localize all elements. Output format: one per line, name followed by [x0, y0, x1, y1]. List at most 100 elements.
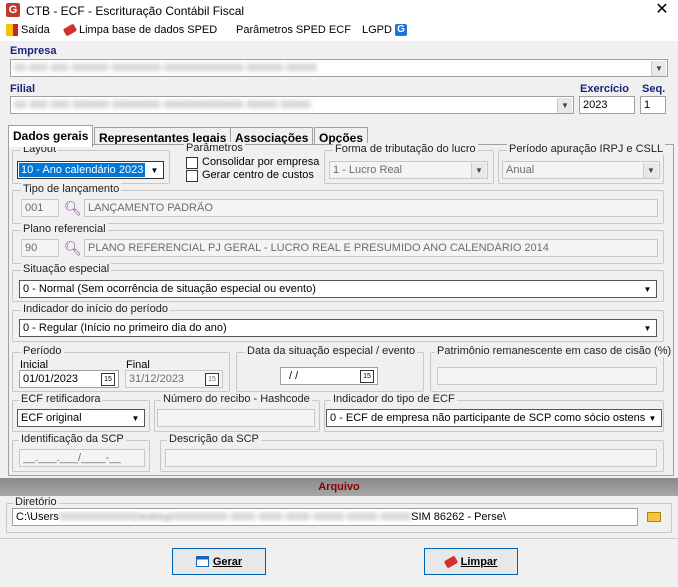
chevron-down-icon[interactable]: ▼: [128, 411, 143, 426]
chevron-down-icon[interactable]: ▼: [147, 163, 162, 178]
filial-value: 00 000 000 000000 00000000 0000000000000…: [14, 99, 311, 111]
descricao-scp-input[interactable]: [165, 449, 657, 467]
periodo-final-value: 31/12/2023: [129, 373, 185, 385]
situacao-especial-legend: Situação especial: [21, 263, 112, 275]
app-logo-icon: G: [6, 3, 20, 17]
folder-open-icon[interactable]: [647, 512, 661, 522]
empresa-label: Empresa: [10, 45, 57, 57]
data-situacao-legend: Data da situação especial / evento: [245, 345, 418, 357]
window-title: CTB - ECF - Escrituração Contábil Fiscal: [26, 4, 245, 18]
data-situacao-value: / /: [289, 370, 299, 382]
diretorio-legend: Diretório: [13, 496, 59, 508]
indicador-tipo-ecf-select[interactable]: 0 - ECF de empresa não participante de S…: [326, 409, 662, 427]
tipo-lancamento-code[interactable]: 001: [21, 199, 59, 217]
tipo-lancamento-desc-value: LANÇAMENTO PADRÃO: [88, 202, 213, 214]
empresa-select[interactable]: 00 000 000 000000 00000000 0000000000000…: [10, 59, 668, 77]
diretorio-path-start: C:\Users: [16, 511, 59, 523]
gerar-centro-custos-checkbox[interactable]: [186, 170, 198, 182]
diretorio-path-end: SIM 86262 - Perse\: [411, 511, 506, 523]
indicador-inicio-select[interactable]: 0 - Regular (Início no primeiro dia do a…: [19, 319, 657, 337]
diretorio-input[interactable]: C:\Users \00000000000\Desktop\0000\0000 …: [12, 508, 638, 526]
indicador-tipo-ecf-legend: Indicador do tipo de ECF: [331, 393, 457, 405]
menu-label: Limpa base de dados SPED: [79, 24, 218, 36]
periodo-final-input[interactable]: 31/12/2023 15: [125, 370, 223, 388]
identificacao-scp-input[interactable]: __.___.___/____-__: [19, 449, 145, 467]
menu-item-saida[interactable]: Saída: [6, 24, 50, 36]
chevron-down-icon[interactable]: ▼: [640, 282, 655, 297]
periodo-apuracao-select[interactable]: Anual ▼: [502, 161, 660, 179]
chevron-down-icon[interactable]: ▼: [643, 163, 658, 178]
numero-recibo-input[interactable]: [157, 409, 315, 427]
patrimonio-input[interactable]: [437, 367, 657, 385]
periodo-apuracao-value: Anual: [506, 164, 535, 176]
calendar-icon[interactable]: 15: [360, 370, 374, 383]
menu-label: LGPD: [362, 24, 392, 36]
calendar-icon[interactable]: 15: [101, 373, 115, 386]
descricao-scp-legend: Descrição da SCP: [167, 433, 261, 445]
lgpd-icon: G: [394, 24, 407, 36]
filial-label: Filial: [10, 83, 36, 95]
indicador-tipo-ecf-value: 0 - ECF de empresa não participante de S…: [330, 412, 660, 424]
eraser-icon: [443, 555, 458, 568]
close-icon[interactable]: ✕: [652, 1, 672, 19]
plano-referencial-code[interactable]: 90: [21, 239, 59, 257]
layout-select[interactable]: 10 - Ano calendário 2023 ▼: [17, 161, 164, 179]
exit-icon: [6, 24, 18, 36]
seq-label: Seq.: [642, 83, 666, 95]
menu-label: Parâmetros SPED ECF: [236, 24, 351, 36]
ecf-retificadora-value: ECF original: [21, 412, 82, 424]
situacao-especial-select[interactable]: 0 - Normal (Sem ocorrência de situação e…: [19, 280, 657, 298]
ecf-retificadora-select[interactable]: ECF original ▼: [17, 409, 145, 427]
empresa-value: 00 000 000 000000 00000000 0000000000000…: [14, 62, 317, 74]
menu-label: Saída: [21, 24, 50, 36]
exercicio-value: 2023: [583, 99, 608, 111]
data-situacao-input[interactable]: / / 15: [280, 367, 378, 385]
tipo-lancamento-legend: Tipo de lançamento: [21, 183, 122, 195]
limpar-button[interactable]: Limpar: [424, 548, 518, 575]
identificacao-scp-legend: Identificação da SCP: [19, 433, 126, 445]
tipo-lancamento-desc: LANÇAMENTO PADRÃO: [84, 199, 658, 217]
forma-tributacao-value: 1 - Lucro Real: [333, 164, 403, 176]
search-icon[interactable]: 🔍︎: [64, 240, 82, 256]
divider: [0, 538, 678, 539]
consolidar-checkbox[interactable]: [186, 157, 198, 169]
forma-tributacao-select[interactable]: 1 - Lucro Real ▼: [329, 161, 488, 179]
identificacao-scp-value: __.___.___/____-__: [23, 452, 122, 464]
menu-item-parametros-sped[interactable]: Parâmetros SPED ECF: [236, 24, 351, 36]
menu-bar: Saída Limpa base de dados SPED Parâmetro…: [0, 21, 678, 41]
filial-select[interactable]: 00 000 000 000000 00000000 0000000000000…: [10, 96, 574, 114]
periodo-legend: Período: [21, 345, 64, 357]
periodo-apuracao-legend: Período apuração IRPJ e CSLL: [507, 143, 666, 155]
plano-referencial-legend: Plano referencial: [21, 223, 108, 235]
plano-referencial-code-value: 90: [25, 242, 38, 254]
diretorio-value: C:\Users \00000000000\Desktop\0000\0000 …: [16, 511, 506, 523]
seq-input[interactable]: 1: [640, 96, 666, 114]
chevron-down-icon[interactable]: ▼: [645, 411, 660, 426]
seq-value: 1: [644, 99, 651, 111]
exercicio-input[interactable]: 2023: [579, 96, 635, 114]
indicador-inicio-legend: Indicador do início do período: [21, 303, 170, 315]
menu-item-limpa-base[interactable]: Limpa base de dados SPED: [62, 23, 218, 37]
title-bar: G CTB - ECF - Escrituração Contábil Fisc…: [0, 0, 678, 21]
consolidar-label: Consolidar por empresa: [202, 156, 320, 168]
ecf-retificadora-legend: ECF retificadora: [19, 393, 103, 405]
tab-dados-gerais[interactable]: Dados gerais: [8, 125, 94, 147]
menu-item-lgpd[interactable]: LGPD G: [362, 24, 407, 36]
gerar-label: Gerar: [212, 555, 243, 568]
calendar-icon[interactable]: 15: [205, 373, 219, 386]
parametros-legend: Parâmetros: [184, 142, 245, 154]
chevron-down-icon[interactable]: ▼: [557, 98, 572, 113]
search-icon[interactable]: 🔍︎: [64, 200, 82, 216]
forma-tributacao-legend: Forma de tributação do lucro: [333, 143, 478, 155]
periodo-inicial-input[interactable]: 01/01/2023 15: [19, 370, 119, 388]
chevron-down-icon[interactable]: ▼: [471, 163, 486, 178]
plano-referencial-desc: PLANO REFERENCIAL PJ GERAL - LUCRO REAL …: [84, 239, 658, 257]
limpar-label: Limpar: [460, 555, 498, 568]
diretorio-path-hidden: \00000000000\Desktop\0000\0000 0000 0000…: [58, 511, 412, 523]
chevron-down-icon[interactable]: ▼: [640, 321, 655, 336]
eraser-icon: [62, 23, 78, 37]
chevron-down-icon[interactable]: ▼: [651, 61, 666, 76]
gerar-button[interactable]: Gerar: [172, 548, 266, 575]
exercicio-label: Exercício: [580, 83, 629, 95]
periodo-inicial-value: 01/01/2023: [23, 373, 79, 385]
